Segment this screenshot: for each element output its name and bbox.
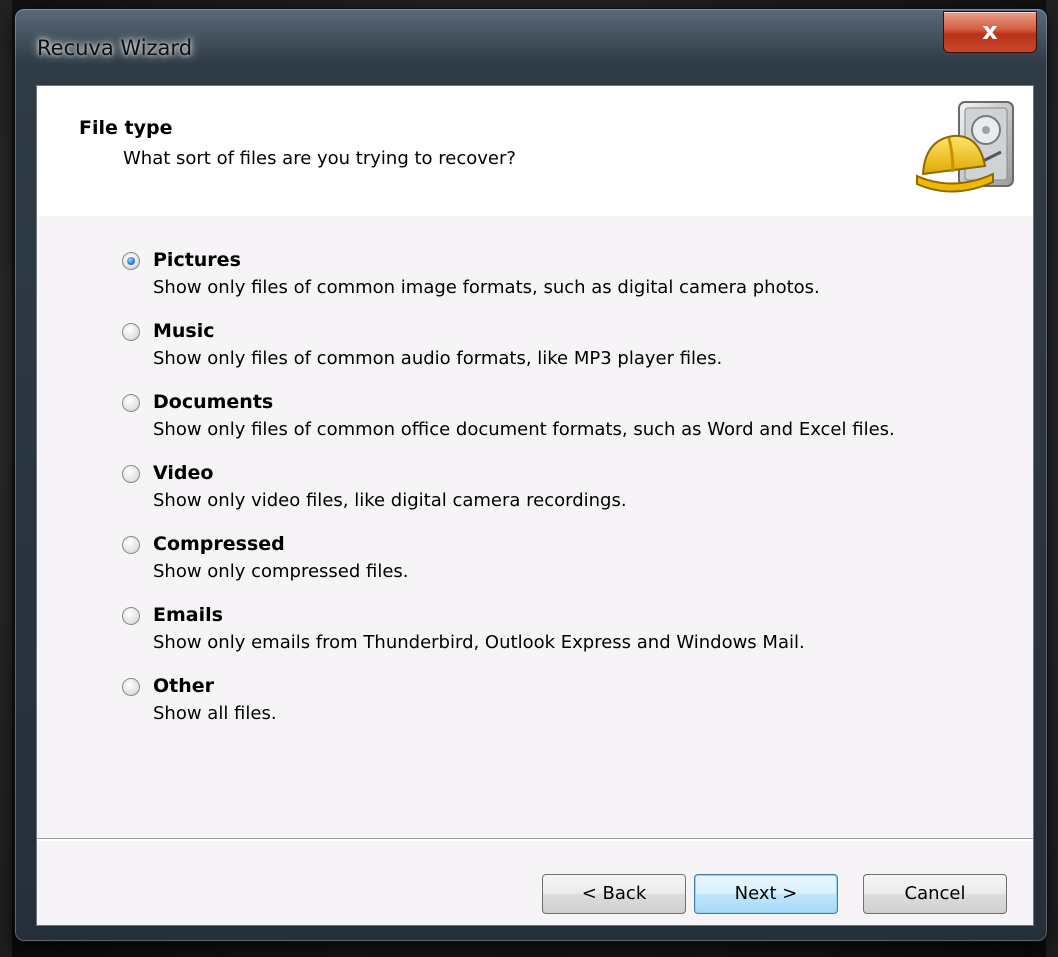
footer-divider <box>37 838 1033 841</box>
option-description: Show only video files, like digital came… <box>153 490 627 511</box>
option-description: Show only files of common audio formats,… <box>153 348 723 369</box>
window-title: Recuva Wizard <box>37 36 193 60</box>
option-label: Documents <box>153 391 274 413</box>
wizard-content: File type What sort of files are you try… <box>36 85 1034 926</box>
option-label: Other <box>153 675 215 697</box>
option-music[interactable]: Music Show only files of common audio fo… <box>122 320 1002 391</box>
cancel-button[interactable]: Cancel <box>863 874 1007 914</box>
radio-compressed[interactable] <box>122 536 140 554</box>
background-streak <box>0 0 12 957</box>
option-label: Video <box>153 462 214 484</box>
option-description: Show only files of common office documen… <box>153 419 895 440</box>
option-description: Show only emails from Thunderbird, Outlo… <box>153 632 805 653</box>
next-button[interactable]: Next > <box>694 874 838 914</box>
option-description: Show only compressed files. <box>153 561 409 582</box>
header-divider <box>37 215 1033 216</box>
page-subtitle: What sort of files are you trying to rec… <box>123 148 516 169</box>
option-description: Show all files. <box>153 703 277 724</box>
title-bar[interactable]: Recuva Wizard x <box>15 9 1047 73</box>
radio-video[interactable] <box>122 465 140 483</box>
option-description: Show only files of common image formats,… <box>153 277 820 298</box>
option-pictures[interactable]: Pictures Show only files of common image… <box>122 249 1002 320</box>
wizard-window: Recuva Wizard x File type What sort of f… <box>14 8 1048 942</box>
radio-other[interactable] <box>122 678 140 696</box>
page-title: File type <box>79 117 173 139</box>
file-type-options: Pictures Show only files of common image… <box>122 249 1002 746</box>
option-video[interactable]: Video Show only video files, like digita… <box>122 462 1002 533</box>
option-other[interactable]: Other Show all files. <box>122 675 1002 746</box>
option-compressed[interactable]: Compressed Show only compressed files. <box>122 533 1002 604</box>
close-icon: x <box>982 17 998 45</box>
wizard-header: File type What sort of files are you try… <box>37 86 1033 216</box>
close-button[interactable]: x <box>943 11 1037 53</box>
back-button[interactable]: < Back <box>542 874 686 914</box>
option-label: Emails <box>153 604 223 626</box>
option-documents[interactable]: Documents Show only files of common offi… <box>122 391 1002 462</box>
option-label: Pictures <box>153 249 241 271</box>
option-emails[interactable]: Emails Show only emails from Thunderbird… <box>122 604 1002 675</box>
radio-emails[interactable] <box>122 607 140 625</box>
option-label: Music <box>153 320 215 342</box>
option-label: Compressed <box>153 533 285 555</box>
radio-music[interactable] <box>122 323 140 341</box>
radio-documents[interactable] <box>122 394 140 412</box>
radio-pictures[interactable] <box>122 252 140 270</box>
hard-drive-with-hardhat-icon <box>913 96 1023 206</box>
